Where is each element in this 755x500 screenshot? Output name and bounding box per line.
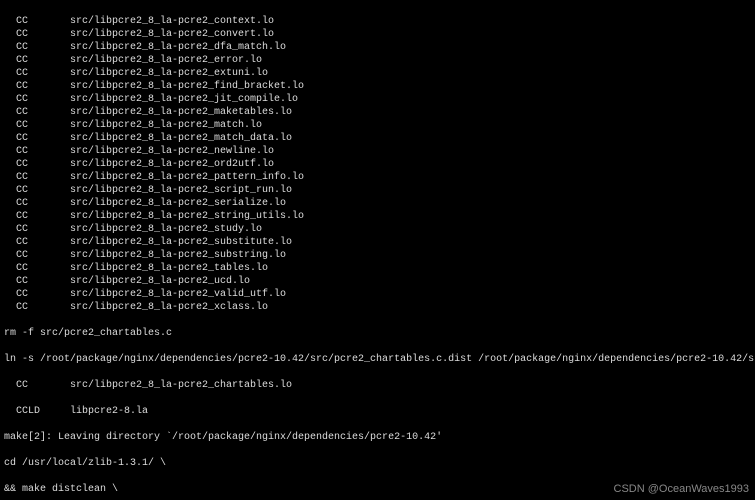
cc-compile-line: CC src/libpcre2_8_la-pcre2_string_utils.… — [4, 210, 751, 223]
cc-compile-line: CC src/libpcre2_8_la-pcre2_newline.lo — [4, 145, 751, 158]
cc-chartables: CC src/libpcre2_8_la-pcre2_chartables.lo — [4, 379, 751, 392]
cc-compile-line: CC src/libpcre2_8_la-pcre2_match.lo — [4, 119, 751, 132]
rm-line: rm -f src/pcre2_chartables.c — [4, 327, 751, 340]
cc-compile-line: CC src/libpcre2_8_la-pcre2_substring.lo — [4, 249, 751, 262]
cc-compile-line: CC src/libpcre2_8_la-pcre2_pattern_info.… — [4, 171, 751, 184]
ln-line: ln -s /root/package/nginx/dependencies/p… — [4, 353, 751, 366]
cc-compile-line: CC src/libpcre2_8_la-pcre2_serialize.lo — [4, 197, 751, 210]
cc-compile-line: CC src/libpcre2_8_la-pcre2_jit_compile.l… — [4, 93, 751, 106]
cc-compile-line: CC src/libpcre2_8_la-pcre2_context.lo — [4, 15, 751, 28]
cc-compile-line: CC src/libpcre2_8_la-pcre2_dfa_match.lo — [4, 41, 751, 54]
cc-compile-line: CC src/libpcre2_8_la-pcre2_tables.lo — [4, 262, 751, 275]
ccld-line: CCLD libpcre2-8.la — [4, 405, 751, 418]
cc-compile-line: CC src/libpcre2_8_la-pcre2_find_bracket.… — [4, 80, 751, 93]
cc-compile-line: CC src/libpcre2_8_la-pcre2_substitute.lo — [4, 236, 751, 249]
cc-compile-line: CC src/libpcre2_8_la-pcre2_convert.lo — [4, 28, 751, 41]
cc-compile-line: CC src/libpcre2_8_la-pcre2_match_data.lo — [4, 132, 751, 145]
cc-compile-line: CC src/libpcre2_8_la-pcre2_ord2utf.lo — [4, 158, 751, 171]
cc-compile-line: CC src/libpcre2_8_la-pcre2_ucd.lo — [4, 275, 751, 288]
terminal-output[interactable]: CC src/libpcre2_8_la-pcre2_context.lo CC… — [0, 0, 755, 500]
cc-compile-line: CC src/libpcre2_8_la-pcre2_extuni.lo — [4, 67, 751, 80]
cc-compile-line: CC src/libpcre2_8_la-pcre2_xclass.lo — [4, 301, 751, 314]
cc-compile-line: CC src/libpcre2_8_la-pcre2_study.lo — [4, 223, 751, 236]
cc-compile-line: CC src/libpcre2_8_la-pcre2_error.lo — [4, 54, 751, 67]
watermark: CSDN @OceanWaves1993 — [614, 483, 749, 496]
make-line: cd /usr/local/zlib-1.3.1/ \ — [4, 457, 751, 470]
cc-compile-line: CC src/libpcre2_8_la-pcre2_script_run.lo — [4, 184, 751, 197]
cc-compile-line: CC src/libpcre2_8_la-pcre2_maketables.lo — [4, 106, 751, 119]
cc-compile-line: CC src/libpcre2_8_la-pcre2_valid_utf.lo — [4, 288, 751, 301]
make-line: make[2]: Leaving directory `/root/packag… — [4, 431, 751, 444]
